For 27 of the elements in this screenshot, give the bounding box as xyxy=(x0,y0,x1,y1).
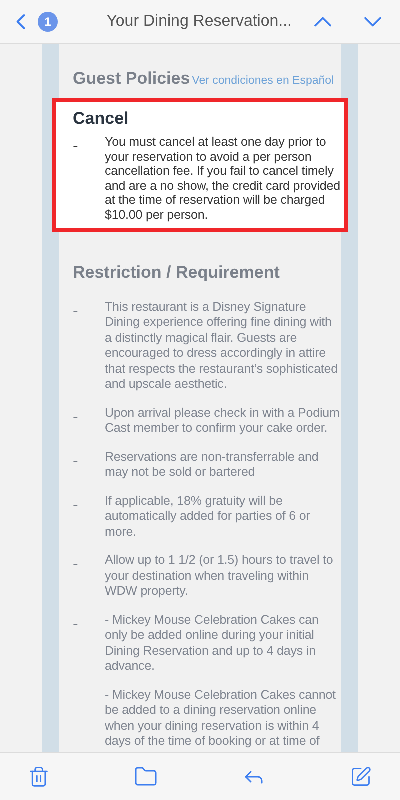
section-title: Guest Policies xyxy=(73,68,190,90)
policy-text: Reservations are non-transferrable and may not be sold or bartered xyxy=(105,450,320,480)
dash-bullet: - xyxy=(73,138,78,155)
policy-text: - Mickey Mouse Celebration Cakes can only be added online during your initial Dining Reservation and up to 4 days in advance. xyxy=(105,612,320,674)
spanish-link[interactable]: Ver condiciones en Español xyxy=(192,73,334,90)
policy-text: Upon arrival please check in with a Podium Cast member to confirm your cake order. xyxy=(105,406,341,436)
dash-bullet: - xyxy=(73,302,78,320)
policy-text: If applicable, 18% gratuity will be automatically added for parties of 6 or more. xyxy=(105,494,312,540)
policy-text: You must cancel at least one day prior to your reservation to avoid a per person cancellation fee. If you fail to cancel timely and are a no show, the credit card provided at the time of reservation will be charged $10.00 per person. xyxy=(105,135,342,222)
restriction-heading: Restriction / Requirement xyxy=(73,262,281,284)
policy-text: Allow up to 1 1/2 (or 1.5) hours to travel to your destination when traveling within WDW property. xyxy=(105,553,334,600)
cancel-heading: Cancel xyxy=(73,108,130,130)
compose-button[interactable] xyxy=(350,766,372,788)
dash-bullet: - xyxy=(73,556,78,573)
dash-bullet: - xyxy=(73,452,78,470)
folder-icon xyxy=(134,764,158,788)
compose-icon xyxy=(350,766,372,788)
trash-icon xyxy=(28,766,50,788)
dash-bullet: - xyxy=(73,496,78,514)
folder-button[interactable] xyxy=(134,764,158,788)
dash-bullet: - xyxy=(73,408,78,426)
nav-title: Your Dining Reservation... xyxy=(106,12,292,32)
dash-bullet: - xyxy=(73,616,78,632)
policy-text: - Mickey Mouse Celebration Cakes cannot be added to a dining reservation online when your dining reservation is within 4 days of the time of booking or at time of xyxy=(105,688,337,750)
trash-button[interactable] xyxy=(28,766,50,788)
unread-badge: 1 xyxy=(38,12,58,32)
policy-text: This restaurant is a Disney Signature Dining experience offering fine dining with a distinctly magical flair. Guests are encouraged to dress accordingly in attire that respects the restaurant’s sophisticated and upscale aesthetic. xyxy=(105,300,340,392)
